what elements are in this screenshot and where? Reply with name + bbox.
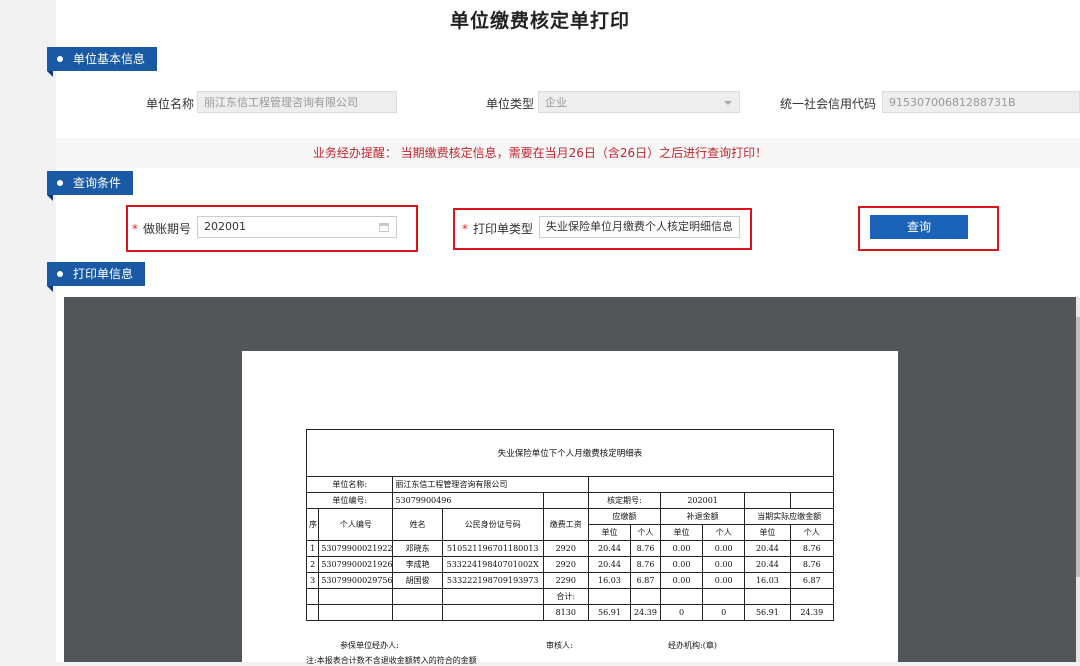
totals-row: 8130 56.91 24.39 0 0 56.91 24.39	[305, 604, 835, 621]
business-notice: 业务经办提醒： 当期缴费核定信息，需要在当月26日（含26日）之后进行查询打印！	[312, 146, 768, 160]
credit-code-field[interactable]: 91530700681288731B	[882, 91, 1080, 113]
period-input[interactable]: 202001	[197, 216, 397, 238]
report-period-label: 核定期号:	[587, 492, 661, 509]
section-tag-query: 查询条件	[47, 171, 134, 201]
period-value: 202001	[204, 220, 246, 233]
report-unit-no-label: 单位编号:	[305, 492, 394, 509]
header-name: 姓名	[392, 508, 443, 541]
search-button[interactable]: 查询	[870, 215, 968, 239]
section-title: 单位基本信息	[73, 52, 146, 66]
scrollbar-thumb[interactable]	[1076, 317, 1080, 577]
report-title: 失业保险单位下个人月缴费核定明细表	[306, 429, 834, 477]
header-actual: 当期实际应缴金额	[744, 508, 834, 525]
table-row: 2 53079900021926 李成艳 53322419840701002X …	[305, 556, 835, 573]
report-unit-name-value: 丽江东信工程管理咨询有限公司	[392, 476, 589, 493]
report-period-value: 202001	[659, 492, 746, 509]
header-due: 应缴额	[587, 508, 661, 525]
bullet-dot-icon	[57, 180, 63, 186]
table-row: 3 53079900029756 胡国俊 533222198709193973 …	[305, 572, 835, 589]
header-personal: 个人	[630, 524, 661, 541]
header-refund: 补退金额	[659, 508, 746, 525]
page-title: 单位缴费核定单打印	[449, 10, 630, 32]
header-wage: 缴费工资	[542, 508, 589, 541]
unit-type-select[interactable]: 企业	[538, 91, 740, 113]
subtotal-row: 合计:	[305, 588, 835, 605]
section-title: 查询条件	[73, 176, 122, 190]
credit-code-label: 统一社会信用代码	[780, 97, 877, 111]
header-person-no: 个人编号	[318, 508, 394, 541]
header-personal: 个人	[789, 524, 835, 541]
unit-type-value: 企业	[545, 96, 567, 109]
footer-note: 注:本报表合计数不含退收金额转入的符合的金额	[306, 656, 477, 665]
print-type-select[interactable]: 失业保险单位月缴费个人核定明细信息	[539, 216, 740, 238]
header-personal: 个人	[702, 524, 746, 541]
chevron-down-icon	[724, 101, 732, 105]
report-unit-name-label: 单位名称:	[305, 476, 394, 493]
viewer-scrollbar[interactable]	[1076, 297, 1080, 662]
report-unit-no-value: 53079900496	[392, 492, 544, 509]
header-unit: 单位	[587, 524, 632, 541]
section-tag-print-info: 打印单信息	[47, 262, 146, 292]
footer-agency: 经办机构:(章)	[668, 641, 717, 650]
table-row: 1 53079900021922 邓晓东 510521196701180013 …	[305, 540, 835, 557]
header-seq: 序	[305, 508, 320, 541]
bullet-dot-icon	[57, 56, 63, 62]
report-table: 失业保险单位下个人月缴费核定明细表 单位名称: 丽江东信工程管理咨询有限公司 单…	[305, 429, 835, 621]
unit-type-label: 单位类型	[486, 97, 535, 111]
header-unit: 单位	[744, 524, 791, 541]
section-tag-basic-info: 单位基本信息	[47, 47, 158, 77]
section-title: 打印单信息	[73, 267, 134, 281]
header-unit: 单位	[659, 524, 704, 541]
subtotal-label: 合计:	[542, 588, 589, 605]
footer-reviewer: 审核人:	[546, 641, 573, 650]
calendar-icon[interactable]	[379, 223, 389, 232]
report-page: 失业保险单位下个人月缴费核定明细表 单位名称: 丽江东信工程管理咨询有限公司 单…	[242, 351, 898, 665]
print-type-label: * 打印单类型	[462, 222, 534, 236]
unit-name-label: 单位名称	[146, 97, 195, 111]
footer-handler: 参保单位经办人:	[340, 641, 399, 650]
period-label: * 做账期号	[132, 222, 192, 236]
header-id-no: 公民身份证号码	[441, 508, 544, 541]
bullet-dot-icon	[57, 271, 63, 277]
unit-name-field[interactable]: 丽江东信工程管理咨询有限公司	[197, 91, 397, 113]
